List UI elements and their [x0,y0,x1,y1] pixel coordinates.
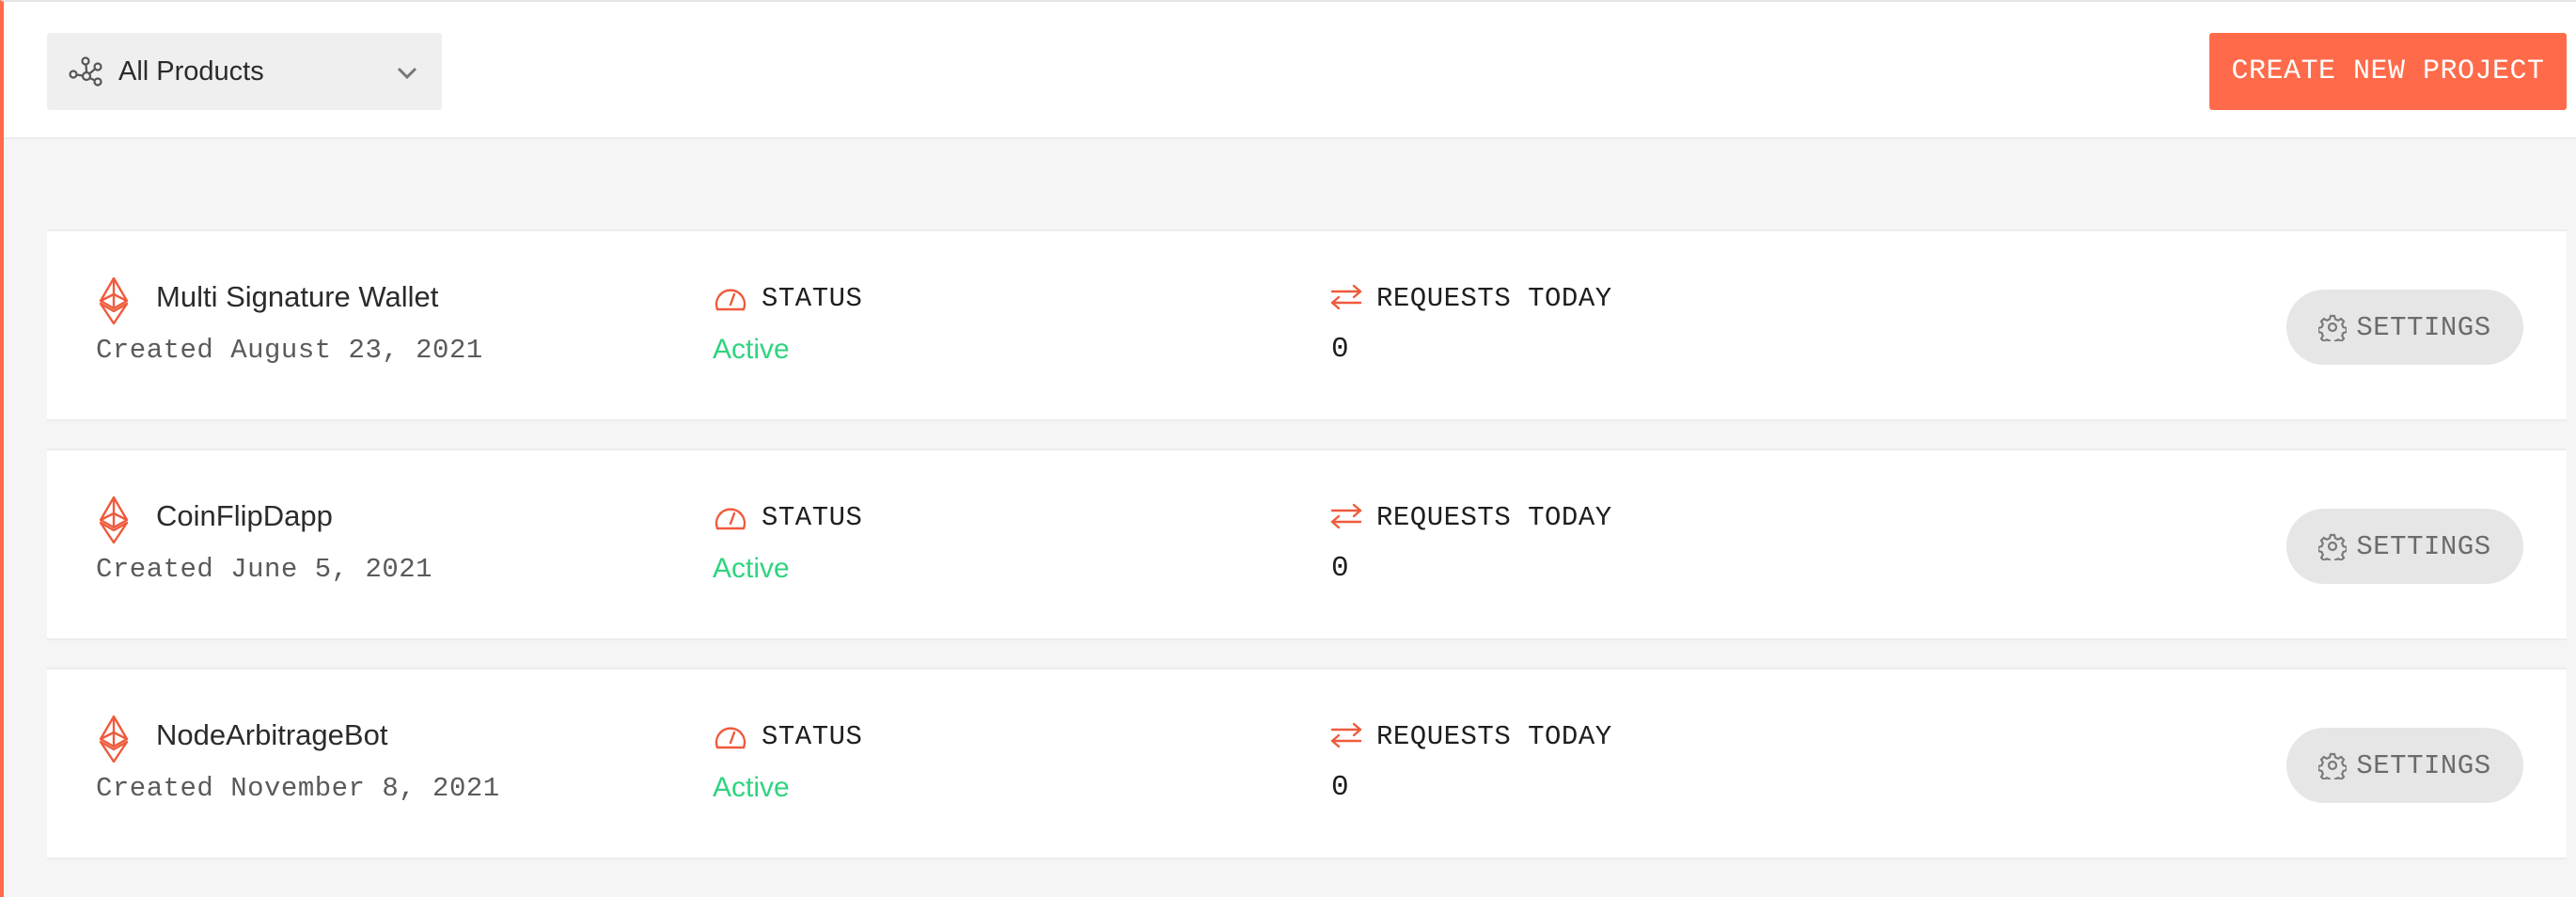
product-filter-value: All Products [118,56,264,87]
settings-label: SETTINGS [2356,749,2491,781]
ethereum-icon [99,276,129,325]
status-value: Active [713,334,790,365]
product-filter-dropdown[interactable]: All Products [47,33,442,110]
gear-icon [2318,533,2348,560]
speedometer-icon [715,508,746,530]
project-name[interactable]: NodeArbitrageBot [156,718,387,752]
project-name[interactable]: Multi Signature Wallet [156,280,438,314]
requests-today-label: REQUESTS TODAY [1376,502,1612,533]
requests-today-value: 0 [1331,333,1349,366]
project-name[interactable]: CoinFlipDapp [156,499,333,533]
status-label: STATUS [762,721,863,752]
transfer-arrows-icon [1330,284,1362,310]
requests-today-label: REQUESTS TODAY [1376,721,1612,752]
requests-today-label: REQUESTS TODAY [1376,283,1612,314]
gear-icon [2318,314,2348,341]
ethereum-icon [99,715,129,763]
project-created-date: Created November 8, 2021 [96,773,500,804]
project-created-date: Created June 5, 2021 [96,554,433,585]
status-value: Active [713,772,790,803]
project-card: Multi Signature Wallet Created August 23… [47,229,2567,421]
transfer-arrows-icon [1330,722,1362,748]
create-new-project-button[interactable]: CREATE NEW PROJECT [2209,33,2567,110]
speedometer-icon [715,727,746,749]
top-bar: All Products CREATE NEW PROJECT [4,2,2576,139]
settings-label: SETTINGS [2356,311,2491,343]
settings-button[interactable]: SETTINGS [2286,728,2523,803]
project-card: CoinFlipDapp Created June 5, 2021 STATUS… [47,448,2567,640]
settings-button[interactable]: SETTINGS [2286,509,2523,584]
status-label: STATUS [762,283,863,314]
requests-today-value: 0 [1331,771,1349,804]
settings-button[interactable]: SETTINGS [2286,290,2523,365]
gear-icon [2318,752,2348,779]
project-created-date: Created August 23, 2021 [96,335,483,366]
nodes-icon [69,56,102,87]
status-value: Active [713,553,790,584]
chevron-down-icon [397,67,417,80]
project-card: NodeArbitrageBot Created November 8, 202… [47,668,2567,859]
settings-label: SETTINGS [2356,530,2491,562]
speedometer-icon [715,289,746,311]
status-label: STATUS [762,502,863,533]
projects-page: All Products CREATE NEW PROJECT Multi Si… [0,0,2576,897]
ethereum-icon [99,496,129,544]
requests-today-value: 0 [1331,552,1349,585]
transfer-arrows-icon [1330,503,1362,529]
